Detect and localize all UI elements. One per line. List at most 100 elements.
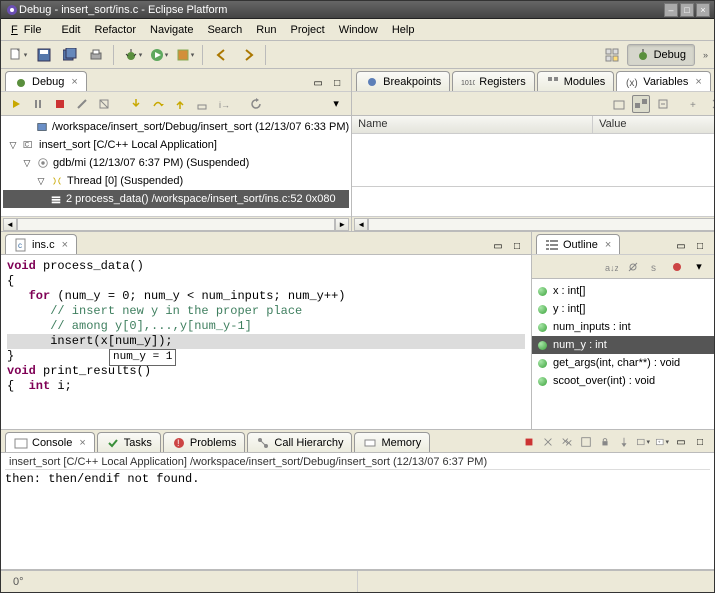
tree-launch[interactable]: ▽ C insert_sort [C/C++ Local Application… bbox=[3, 136, 349, 154]
maximize-view-button[interactable]: □ bbox=[692, 434, 708, 450]
menu-navigate[interactable]: Navigate bbox=[144, 22, 199, 38]
view-menu-button[interactable]: ▾ bbox=[327, 95, 345, 113]
save-button[interactable] bbox=[33, 44, 55, 66]
view-menu-button[interactable]: ▾ bbox=[690, 258, 708, 276]
menu-project[interactable]: Project bbox=[284, 22, 330, 38]
debug-tab[interactable]: Debug × bbox=[5, 71, 87, 91]
outline-item[interactable]: num_inputs : int bbox=[532, 318, 714, 336]
maximize-view-button[interactable]: □ bbox=[329, 75, 345, 91]
editor-tab[interactable]: c ins.c × bbox=[5, 234, 77, 254]
pin-console-button[interactable] bbox=[616, 434, 632, 450]
perspective-debug[interactable]: Debug bbox=[627, 44, 695, 66]
add-watch-button[interactable]: + bbox=[686, 95, 704, 113]
scroll-lock-button[interactable] bbox=[597, 434, 613, 450]
tab-memory[interactable]: Memory bbox=[354, 432, 430, 452]
minimize-view-button[interactable]: ▭ bbox=[713, 75, 714, 91]
hide-static-button[interactable]: s bbox=[646, 258, 664, 276]
outline-item[interactable]: get_args(int, char**) : void bbox=[532, 354, 714, 372]
minimize-button[interactable]: – bbox=[664, 3, 678, 17]
minimize-view-button[interactable]: ▭ bbox=[310, 75, 326, 91]
tab-console[interactable]: Console× bbox=[5, 432, 95, 452]
terminate-button[interactable] bbox=[51, 95, 69, 113]
scroll-right-icon[interactable]: ► bbox=[335, 218, 349, 231]
remove-terminated-button[interactable] bbox=[95, 95, 113, 113]
variables-hscroll[interactable]: ◄ ► bbox=[352, 216, 714, 231]
collapse-icon[interactable]: ▽ bbox=[21, 158, 33, 169]
minimize-view-button[interactable]: ▭ bbox=[673, 434, 689, 450]
new-button[interactable]: ▾ bbox=[7, 44, 29, 66]
hide-nonpublic-button[interactable] bbox=[668, 258, 686, 276]
menu-search[interactable]: Search bbox=[201, 22, 248, 38]
close-button[interactable]: × bbox=[696, 3, 710, 17]
outline-list[interactable]: x : int[]y : int[]num_inputs : intnum_y … bbox=[532, 279, 714, 429]
open-console-button[interactable]: +▾ bbox=[654, 434, 670, 450]
debug-tree-content[interactable]: /workspace/insert_sort/Debug/insert_sort… bbox=[1, 116, 351, 216]
menu-edit[interactable]: Edit bbox=[55, 22, 86, 38]
perspective-more-icon[interactable]: » bbox=[703, 50, 708, 60]
outline-item[interactable]: scoot_over(int) : void bbox=[532, 372, 714, 390]
print-button[interactable] bbox=[85, 44, 107, 66]
instruction-step-button[interactable]: i→ bbox=[215, 95, 233, 113]
step-return-button[interactable] bbox=[171, 95, 189, 113]
outline-tab[interactable]: Outline × bbox=[536, 234, 620, 254]
display-console-button[interactable]: ▾ bbox=[635, 434, 651, 450]
console-body[interactable]: insert_sort [C/C++ Local Application] /w… bbox=[1, 452, 714, 569]
tab-problems[interactable]: !Problems bbox=[163, 432, 245, 452]
tab-modules[interactable]: Modules bbox=[537, 71, 615, 91]
maximize-view-button[interactable]: □ bbox=[692, 238, 708, 254]
suspend-button[interactable] bbox=[29, 95, 47, 113]
close-icon[interactable]: × bbox=[62, 239, 68, 251]
tab-tasks[interactable]: Tasks bbox=[97, 432, 161, 452]
outline-item[interactable]: num_y : int bbox=[532, 336, 714, 354]
step-into-button[interactable] bbox=[127, 95, 145, 113]
minimize-view-button[interactable]: ▭ bbox=[490, 238, 506, 254]
close-icon[interactable]: × bbox=[695, 76, 701, 88]
resume-button[interactable] bbox=[7, 95, 25, 113]
collapse-icon[interactable]: ▽ bbox=[35, 176, 47, 187]
tab-registers[interactable]: 1010Registers bbox=[452, 71, 534, 91]
outline-item[interactable]: y : int[] bbox=[532, 300, 714, 318]
tab-breakpoints[interactable]: Breakpoints bbox=[356, 71, 450, 91]
sort-button[interactable]: a↓z bbox=[602, 258, 620, 276]
debug-button[interactable]: ▾ bbox=[122, 44, 144, 66]
tree-process[interactable]: ▽ gdb/mi (12/13/07 6:37 PM) (Suspended) bbox=[3, 154, 349, 172]
editor-body[interactable]: void process_data(){ for (num_y = 0; num… bbox=[1, 254, 531, 429]
scroll-left-icon[interactable]: ◄ bbox=[3, 218, 17, 231]
menu-file[interactable]: FFile bbox=[5, 22, 53, 38]
close-icon[interactable]: × bbox=[71, 76, 77, 88]
variables-rows[interactable] bbox=[352, 134, 714, 186]
maximize-view-button[interactable]: □ bbox=[509, 238, 525, 254]
collapse-all-button[interactable] bbox=[654, 95, 672, 113]
clear-console-button[interactable] bbox=[578, 434, 594, 450]
tree-frame[interactable]: 2 process_data() /workspace/insert_sort/… bbox=[3, 190, 349, 208]
run-button[interactable]: ▾ bbox=[148, 44, 170, 66]
menu-refactor[interactable]: Refactor bbox=[88, 22, 142, 38]
close-icon[interactable]: × bbox=[605, 239, 611, 251]
back-button[interactable] bbox=[211, 44, 233, 66]
remove-all-button[interactable] bbox=[559, 434, 575, 450]
external-tools-button[interactable]: ▾ bbox=[174, 44, 196, 66]
disconnect-button[interactable] bbox=[73, 95, 91, 113]
close-icon[interactable]: × bbox=[79, 437, 85, 449]
code-area[interactable]: void process_data(){ for (num_y = 0; num… bbox=[1, 255, 531, 429]
col-value-header[interactable]: Value bbox=[593, 116, 714, 133]
tab-variables[interactable]: (x)Variables× bbox=[616, 71, 710, 91]
maximize-button[interactable]: □ bbox=[680, 3, 694, 17]
tree-target[interactable]: /workspace/insert_sort/Debug/insert_sort… bbox=[3, 118, 349, 136]
show-type-button[interactable] bbox=[610, 95, 628, 113]
tab-call-hierarchy[interactable]: Call Hierarchy bbox=[247, 432, 352, 452]
col-name-header[interactable]: Name bbox=[352, 116, 593, 133]
remove-launch-button[interactable] bbox=[540, 434, 556, 450]
menu-run[interactable]: Run bbox=[250, 22, 282, 38]
scroll-left-icon[interactable]: ◄ bbox=[354, 218, 368, 231]
terminate-console-button[interactable] bbox=[521, 434, 537, 450]
tree-thread[interactable]: ▽ Thread [0] (Suspended) bbox=[3, 172, 349, 190]
menu-help[interactable]: Help bbox=[386, 22, 421, 38]
hide-fields-button[interactable] bbox=[624, 258, 642, 276]
debug-hscroll[interactable]: ◄ ► bbox=[1, 216, 351, 231]
remove-button[interactable] bbox=[708, 95, 714, 113]
collapse-icon[interactable]: ▽ bbox=[7, 140, 19, 151]
drop-to-frame-button[interactable] bbox=[193, 95, 211, 113]
save-all-button[interactable] bbox=[59, 44, 81, 66]
variables-detail-pane[interactable] bbox=[352, 186, 714, 216]
